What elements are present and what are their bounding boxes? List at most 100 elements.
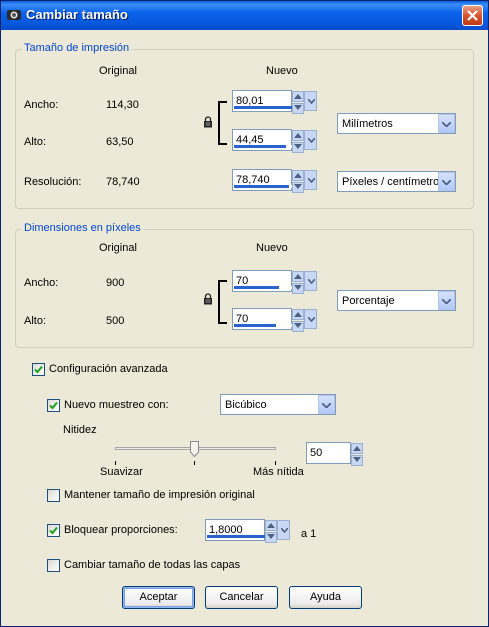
chevron-down-icon	[442, 299, 451, 304]
chevron-down-icon	[308, 178, 315, 183]
slider-tick	[115, 461, 116, 465]
pixel-dimensions-group-title: Dimensiones en píxeles	[22, 222, 143, 234]
spin-up-icon	[265, 520, 277, 531]
spin-up-icon	[292, 271, 304, 282]
window-title: Cambiar tamaño	[26, 7, 128, 22]
dropdown-button[interactable]	[438, 291, 455, 310]
preset-dropdown-button[interactable]	[277, 520, 290, 540]
link-bracket	[218, 101, 227, 145]
resample-label[interactable]: Nuevo muestreo con:	[64, 399, 169, 411]
lock-ratio-label[interactable]: Bloquear proporciones:	[64, 524, 178, 536]
dropdown-button[interactable]	[438, 172, 455, 191]
lock-ratio-checkbox[interactable]	[47, 524, 60, 537]
keep-print-size-checkbox[interactable]	[47, 489, 60, 502]
preset-dropdown-button[interactable]	[304, 130, 317, 150]
spin-up-icon	[292, 170, 304, 181]
print-unit-select[interactable]: Milímetros	[337, 113, 456, 134]
checkmark-icon	[49, 526, 58, 535]
cancel-button[interactable]: Cancelar	[205, 586, 278, 609]
dropdown-button[interactable]	[318, 395, 335, 414]
ok-button[interactable]: Aceptar	[122, 586, 195, 609]
print-original-header: Original	[99, 65, 137, 77]
app-icon	[7, 10, 21, 20]
spin-down-icon	[292, 182, 304, 193]
print-new-header: Nuevo	[266, 65, 298, 77]
chevron-down-icon	[308, 279, 315, 284]
keep-print-size-label[interactable]: Mantener tamaño de impresión original	[64, 489, 255, 501]
slider-tick	[275, 461, 276, 465]
pixel-width-original: 900	[106, 277, 125, 289]
resample-checkbox[interactable]	[47, 399, 60, 412]
print-width-spinner[interactable]: 80,01	[232, 90, 318, 114]
spin-buttons[interactable]	[292, 91, 304, 114]
ratio-spinner[interactable]: 1,8000	[205, 519, 291, 543]
preset-dropdown-button[interactable]	[304, 91, 317, 111]
spin-buttons[interactable]	[351, 443, 363, 466]
slider-tick	[194, 461, 195, 465]
slider-min-label: Suavizar	[100, 466, 143, 478]
spin-buttons[interactable]	[292, 271, 304, 294]
resize-all-layers-checkbox[interactable]	[47, 559, 60, 572]
spin-up-icon	[292, 130, 304, 141]
advanced-label[interactable]: Configuración avanzada	[49, 363, 168, 375]
pixel-unit-select[interactable]: Porcentaje	[337, 290, 456, 311]
pixel-new-header: Nuevo	[256, 242, 288, 254]
print-height-spinner[interactable]: 44,45	[232, 129, 318, 153]
resize-dialog: Cambiar tamaño Tamaño de impresión Origi…	[0, 0, 489, 627]
sharpness-input[interactable]: 50	[306, 442, 351, 464]
help-button[interactable]: Ayuda	[289, 586, 362, 609]
chevron-down-icon	[308, 99, 315, 104]
print-size-group-title: Tamaño de impresión	[22, 42, 132, 54]
resolution-input[interactable]: 78,740	[232, 169, 292, 191]
checkmark-icon	[49, 401, 58, 410]
pixel-original-header: Original	[99, 242, 137, 254]
close-button[interactable]	[462, 5, 483, 26]
resolution-original: 78,740	[106, 176, 140, 188]
print-width-original: 114,30	[106, 99, 139, 111]
print-width-input[interactable]: 80,01	[232, 90, 292, 112]
sharpness-spinner[interactable]: 50	[306, 442, 364, 466]
title-bar[interactable]: Cambiar tamaño	[1, 1, 488, 30]
resample-method-select[interactable]: Bicúbico	[220, 394, 336, 415]
pixel-height-original: 500	[106, 315, 125, 327]
preset-dropdown-button[interactable]	[304, 170, 317, 190]
preset-dropdown-button[interactable]	[304, 309, 317, 329]
pixel-width-spinner[interactable]: 70	[232, 270, 318, 294]
pixel-height-spinner[interactable]: 70	[232, 308, 318, 332]
ratio-input[interactable]: 1,8000	[205, 519, 265, 541]
spin-buttons[interactable]	[292, 170, 304, 193]
spin-down-icon	[292, 142, 304, 153]
spin-buttons[interactable]	[292, 309, 304, 332]
chevron-down-icon	[442, 122, 451, 127]
chevron-down-icon	[281, 528, 288, 533]
pixel-width-input[interactable]: 70	[232, 270, 292, 292]
spin-down-icon	[351, 455, 363, 466]
close-icon	[467, 10, 478, 21]
sharpness-slider-thumb[interactable]	[190, 441, 199, 457]
resolution-spinner[interactable]: 78,740	[232, 169, 318, 193]
pixel-height-label: Alto:	[24, 315, 47, 327]
chevron-down-icon	[308, 317, 315, 322]
dropdown-button[interactable]	[438, 114, 455, 133]
resolution-unit-select[interactable]: Píxeles / centímetro	[337, 171, 456, 192]
spin-buttons[interactable]	[292, 130, 304, 153]
spin-up-icon	[351, 443, 363, 454]
spin-down-icon	[292, 283, 304, 294]
spin-down-icon	[265, 532, 277, 543]
lock-icon	[204, 116, 212, 128]
resize-all-layers-label[interactable]: Cambiar tamaño de todas las capas	[64, 559, 240, 571]
spin-up-icon	[292, 91, 304, 102]
spin-up-icon	[292, 309, 304, 320]
advanced-checkbox[interactable]	[32, 363, 45, 376]
print-height-original: 63,50	[106, 136, 134, 148]
spin-down-icon	[292, 321, 304, 332]
preset-dropdown-button[interactable]	[304, 271, 317, 291]
print-height-input[interactable]: 44,45	[232, 129, 292, 151]
spin-buttons[interactable]	[265, 520, 277, 543]
chevron-down-icon	[442, 180, 451, 185]
spin-down-icon	[292, 103, 304, 114]
pixel-width-label: Ancho:	[24, 277, 59, 289]
pixel-height-input[interactable]: 70	[232, 308, 292, 330]
print-height-label: Alto:	[24, 136, 47, 148]
print-width-label: Ancho:	[24, 99, 59, 111]
